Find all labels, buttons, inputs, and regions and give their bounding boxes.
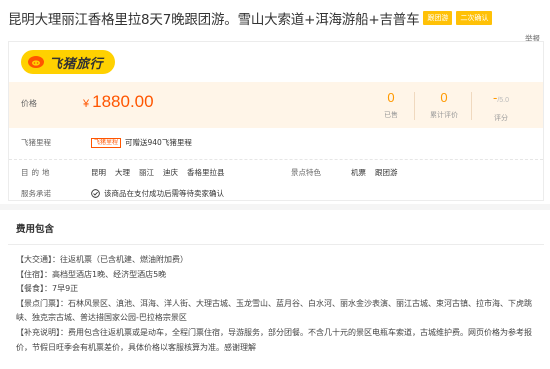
feature-item[interactable]: 机票 [351,167,366,178]
destination-label: 目的地 [21,168,53,177]
stat-reviews[interactable]: 0 累计评价 [424,90,464,120]
sold-label: 已售 [384,111,398,119]
features-label: 景点特色 [291,168,321,177]
destination-item[interactable]: 迪庆 [163,167,178,178]
review-label: 累计评价 [430,111,458,119]
fee-list: 【大交通】：往返机票（已含机建、燃油附加费） 【住宿】：高档型酒店1晚、经济型酒… [8,253,536,355]
rating-value: -/5.0 [492,90,510,105]
mileage-text: 可赠送940飞猪里程 [125,138,192,147]
fee-line-transport: 【大交通】：往返机票（已含机建、燃油附加费） [16,255,188,264]
fee-line-hotel: 【住宿】：高档型酒店1晚、经济型酒店5晚 [16,269,167,279]
pig-logo-icon [28,56,44,68]
fliggy-logo[interactable]: 飞猪旅行 [21,50,116,74]
fee-title: 费用包含 [16,224,55,235]
card-divider [9,159,543,160]
price-panel: 价格 ¥1880.00 0 已售 0 累计评价 -/5.0 评分 [9,82,543,128]
price-label: 价格 [21,99,37,108]
fee-line-notes: 【补充说明】：费用包含往返机票或是动车，全程门票住宿，导游服务，部分团餐。不含几… [16,327,532,352]
product-title-row: 昆明大理丽江香格里拉8天7晚跟团游。雪山大索道+洱海游船+吉普车 跟团游 二次确… [8,7,538,29]
destination-item[interactable]: 昆明 [91,167,106,178]
brand-name: 飞猪旅行 [49,56,104,72]
product-card: 飞猪旅行 价格 ¥1880.00 0 已售 0 累计评价 -/5.0 评分 飞猪… [8,41,544,201]
fee-line-tickets: 【景点门票】：石林风景区、滇池、洱海、洋人街、大理古城、玉龙雪山、蓝月谷、白水河… [16,298,532,323]
stat-sold: 0 已售 [371,90,411,120]
promise-label: 服务承诺 [21,189,51,198]
rating-label: 评分 [494,114,508,122]
sold-count: 0 [387,90,395,105]
fee-section: 费用包含 【大交通】：往返机票（已含机建、燃油附加费） 【住宿】：高档型酒店1晚… [8,220,544,369]
stat-divider [471,92,472,120]
stat-rating: -/5.0 评分 [481,90,521,123]
destination-item[interactable]: 香格里拉县 [187,167,225,178]
feature-item[interactable]: 跟团游 [375,167,398,178]
destination-row: 目的地 昆明 大理 丽江 迪庆 香格里拉县 景点特色 机票 跟团游 [21,167,541,178]
price-value: ¥1880.00 [83,92,154,112]
mileage-row: 飞猪里程 飞猪里程 可赠送940飞猪里程 [21,137,192,148]
stat-divider [414,92,415,120]
product-title: 昆明大理丽江香格里拉8天7晚跟团游。雪山大索道+洱海游船+吉普车 [8,12,420,28]
price-amount: 1880.00 [92,92,154,111]
promise-text: 该商品在支付成功后需等待卖家确认 [104,189,224,198]
destination-item[interactable]: 丽江 [139,167,154,178]
destination-item[interactable]: 大理 [115,167,130,178]
tag-group-tour: 跟团游 [423,11,453,25]
service-promise-row: 服务承诺 该商品在支付成功后需等待卖家确认 [21,188,224,199]
fee-line-meals: 【餐食】：7早9正 [16,284,79,294]
section-gap [0,204,550,210]
brand-bar: 飞猪旅行 [9,42,543,82]
features-list: 机票 跟团游 [351,167,407,178]
mileage-label: 飞猪里程 [21,138,51,147]
currency-symbol: ¥ [83,98,90,110]
check-circle-icon [91,189,100,198]
review-count: 0 [440,90,448,105]
mileage-badge: 飞猪里程 [91,137,122,148]
tag-confirm: 二次确认 [456,11,493,25]
fee-divider [8,244,544,245]
